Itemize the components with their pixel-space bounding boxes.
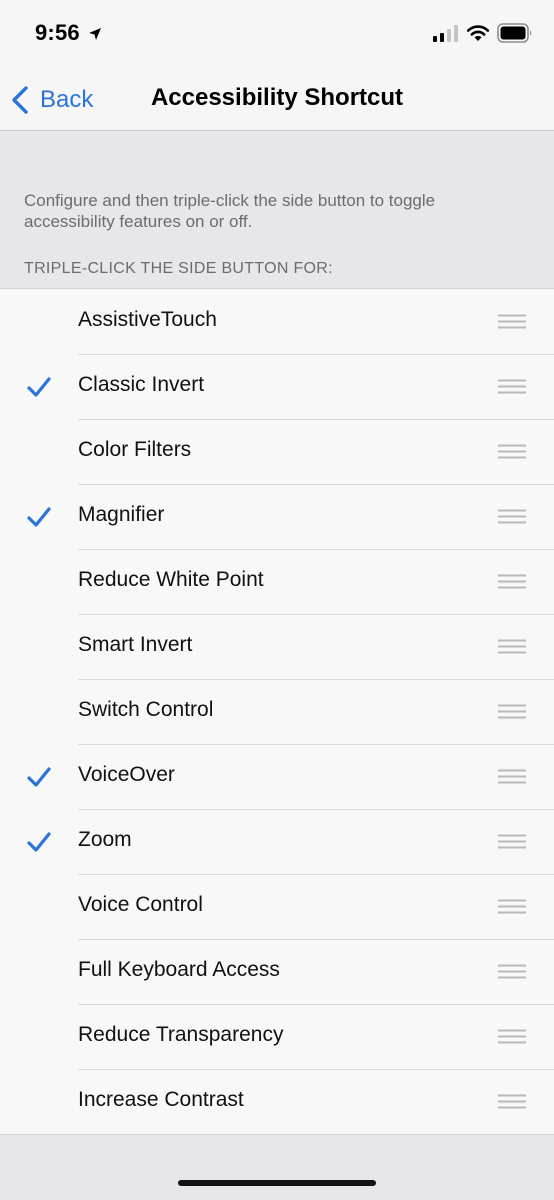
list-item[interactable]: Reduce White Point [0, 549, 554, 614]
list-item[interactable]: Full Keyboard Access [0, 939, 554, 1004]
list-item[interactable]: Magnifier [0, 484, 554, 549]
reorder-handle-icon[interactable] [498, 964, 526, 979]
row-separator [78, 1004, 554, 1005]
list-item[interactable]: Zoom [0, 809, 554, 874]
row-separator [78, 679, 554, 680]
checkmark-icon [27, 377, 51, 397]
list-item[interactable]: Reduce Transparency [0, 1004, 554, 1069]
row-separator [78, 614, 554, 615]
list-item[interactable]: Smart Invert [0, 614, 554, 679]
list-item-label: Reduce White Point [78, 568, 264, 591]
reorder-handle-icon[interactable] [498, 1029, 526, 1044]
reorder-handle-icon[interactable] [498, 834, 526, 849]
checkmark-icon [27, 832, 51, 852]
checkmark-icon [27, 507, 51, 527]
description-text: Configure and then triple-click the side… [24, 191, 436, 231]
list-item-label: AssistiveTouch [78, 308, 217, 331]
list-item[interactable]: VoiceOver [0, 744, 554, 809]
section-header: TRIPLE-CLICK THE SIDE BUTTON FOR: [24, 260, 333, 277]
navigation-bar: Back Accessibility Shortcut [0, 70, 554, 131]
status-time: 9:56 [35, 20, 80, 45]
row-separator [78, 744, 554, 745]
list-item[interactable]: AssistiveTouch [0, 289, 554, 354]
home-indicator [178, 1180, 376, 1186]
list-item-label: Full Keyboard Access [78, 958, 280, 981]
cellular-signal-icon [433, 25, 458, 42]
row-separator [78, 874, 554, 875]
reorder-handle-icon[interactable] [498, 1094, 526, 1109]
list-item[interactable]: Color Filters [0, 419, 554, 484]
row-separator [78, 809, 554, 810]
reorder-handle-icon[interactable] [498, 639, 526, 654]
row-separator [78, 419, 554, 420]
list-item-label: Smart Invert [78, 633, 193, 656]
list-item[interactable]: Increase Contrast [0, 1069, 554, 1134]
reorder-handle-icon[interactable] [498, 444, 526, 459]
list-item-label: Reduce Transparency [78, 1023, 284, 1046]
status-bar: 9:56 [0, 0, 554, 70]
reorder-handle-icon[interactable] [498, 899, 526, 914]
list-item-label: Magnifier [78, 503, 165, 526]
list-item[interactable]: Classic Invert [0, 354, 554, 419]
reorder-handle-icon[interactable] [498, 314, 526, 329]
wifi-icon [466, 25, 490, 41]
battery-icon [497, 23, 532, 43]
list-item-label: Color Filters [78, 438, 192, 461]
row-separator [78, 354, 554, 355]
list-item-label: Voice Control [78, 893, 203, 916]
row-separator [78, 1069, 554, 1070]
reorder-handle-icon[interactable] [498, 769, 526, 784]
reorder-handle-icon[interactable] [498, 574, 526, 589]
location-arrow-icon [89, 28, 101, 40]
row-separator [78, 484, 554, 485]
reorder-handle-icon[interactable] [498, 509, 526, 524]
reorder-handle-icon[interactable] [498, 704, 526, 719]
list-item-label: Increase Contrast [78, 1088, 244, 1111]
row-separator [78, 549, 554, 550]
checkmark-icon [27, 767, 51, 787]
reorder-handle-icon[interactable] [498, 379, 526, 394]
row-separator [78, 939, 554, 940]
feature-list: AssistiveTouch Classic Invert Color Filter… [0, 288, 554, 1135]
list-item-label: Switch Control [78, 698, 214, 721]
list-item-label: Zoom [78, 828, 132, 851]
list-item[interactable]: Voice Control [0, 874, 554, 939]
list-item-label: VoiceOver [78, 763, 175, 786]
list-item[interactable]: Switch Control [0, 679, 554, 744]
list-item-label: Classic Invert [78, 373, 205, 396]
page-title: Accessibility Shortcut [150, 84, 404, 111]
